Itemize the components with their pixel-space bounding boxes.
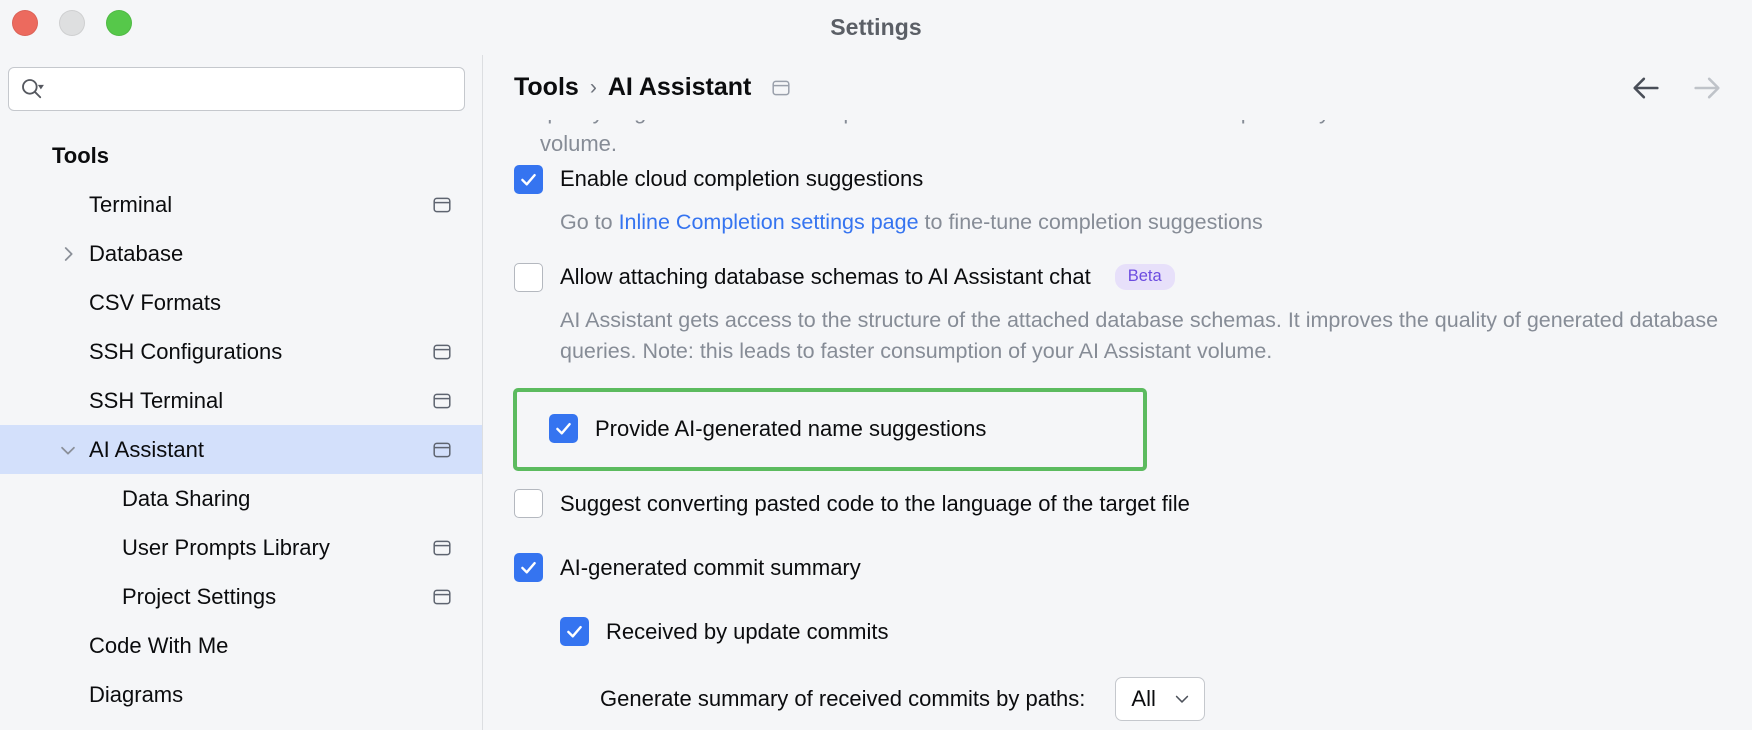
breadcrumb-root[interactable]: Tools — [514, 73, 579, 102]
cloud-completion-description: Go to Inline Completion settings page to… — [560, 207, 1724, 238]
main-header: Tools › AI Assistant — [483, 55, 1752, 120]
sidebar-item-label: Project Settings — [122, 583, 277, 609]
sidebar-item-label: AI Assistant — [89, 436, 204, 462]
panel-badge-icon — [432, 587, 452, 607]
received-commits-row[interactable]: Received by update commits — [560, 613, 1724, 651]
received-commits-checkbox[interactable] — [560, 617, 589, 647]
convert-pasted-code-row[interactable]: Suggest converting pasted code to the la… — [514, 485, 1724, 523]
sidebar-item-ssh-configurations[interactable]: SSH Configurations — [0, 327, 482, 376]
settings-content: quality of generated database queries. N… — [483, 120, 1752, 730]
settings-main: Tools › AI Assistant volume. Enable clou… — [483, 55, 1752, 730]
sidebar-item-ssh-terminal[interactable]: SSH Terminal — [0, 376, 482, 425]
traffic-lights — [12, 10, 132, 36]
window-body: Tools Terminal Database CSV Formats SSH Con… — [0, 55, 1752, 730]
convert-pasted-code-checkbox[interactable] — [514, 489, 543, 519]
sidebar-item-project-settings[interactable]: Project Settings — [0, 572, 482, 621]
clipped-description: quality of generated database queries. N… — [540, 120, 1482, 156]
settings-window: Settings Tools Terminal Database CSV For… — [0, 0, 1752, 730]
settings-tree: Tools Terminal Database CSV Formats SSH Con… — [0, 131, 482, 730]
panel-badge-icon — [432, 440, 452, 460]
chevron-right-icon[interactable] — [57, 243, 79, 265]
sidebar-group-label: Tools — [52, 142, 110, 168]
sidebar-item-database[interactable]: Database — [0, 229, 482, 278]
minimize-button[interactable] — [59, 10, 85, 36]
commit-summary-row[interactable]: AI-generated commit summary — [514, 549, 1724, 587]
summary-paths-value: All — [1131, 685, 1156, 711]
zoom-button[interactable] — [106, 10, 132, 36]
panel-badge-icon — [432, 342, 452, 362]
name-suggestions-row[interactable]: Provide AI-generated name suggestions — [549, 410, 1143, 448]
search-icon — [19, 76, 45, 102]
window-title: Settings — [830, 14, 922, 40]
settings-sidebar: Tools Terminal Database CSV Formats SSH Con… — [0, 55, 483, 730]
name-suggestions-checkbox[interactable] — [549, 414, 578, 444]
summary-paths-label: Generate summary of received commits by … — [600, 685, 1086, 711]
cloud-completion-label: Enable cloud completion suggestions — [560, 166, 924, 191]
clipped-description-row: quality of generated database queries. N… — [514, 120, 1724, 160]
title-bar: Settings — [0, 0, 1752, 55]
cloud-completion-desc-after: to fine-tune completion suggestions — [918, 210, 1263, 234]
cloud-completion-row[interactable]: Enable cloud completion suggestions — [514, 160, 1724, 198]
attach-schemas-row[interactable]: Allow attaching database schemas to AI A… — [514, 258, 1724, 296]
search-area — [0, 55, 482, 111]
summary-paths-select[interactable]: All — [1115, 676, 1206, 721]
commit-summary-checkbox[interactable] — [514, 553, 543, 583]
beta-badge: Beta — [1114, 264, 1175, 291]
nav-arrows — [1629, 71, 1724, 105]
sidebar-item-label: Diagrams — [89, 681, 184, 707]
sidebar-item-csv-formats[interactable]: CSV Formats — [0, 278, 482, 327]
sidebar-item-terminal[interactable]: Terminal — [0, 180, 482, 229]
commit-summary-label: AI-generated commit summary — [560, 554, 861, 580]
summary-paths-row: Generate summary of received commits by … — [600, 676, 1724, 721]
breadcrumb-separator: › — [589, 75, 597, 99]
sidebar-item-diagrams[interactable]: Diagrams — [0, 670, 482, 719]
sidebar-item-label: SSH Configurations — [89, 338, 283, 364]
sidebar-item-label: Database — [89, 240, 184, 266]
sidebar-item-label: Terminal — [89, 191, 173, 217]
sidebar-item-code-with-me[interactable]: Code With Me — [0, 621, 482, 670]
sidebar-item-label: User Prompts Library — [122, 534, 330, 560]
sidebar-item-label: SSH Terminal — [89, 387, 224, 413]
chevron-down-icon[interactable] — [57, 439, 79, 461]
close-button[interactable] — [12, 10, 38, 36]
received-commits-label: Received by update commits — [606, 618, 889, 644]
attach-schemas-checkbox[interactable] — [514, 262, 543, 292]
sidebar-group-tools[interactable]: Tools — [0, 131, 482, 180]
cloud-completion-desc-before: Go to — [560, 210, 619, 234]
search-box[interactable] — [8, 67, 465, 111]
inline-completion-settings-link[interactable]: Inline Completion settings page — [619, 210, 919, 234]
attach-schemas-label: Allow attaching database schemas to AI A… — [560, 264, 1091, 290]
panel-badge-icon — [432, 195, 452, 215]
sidebar-item-data-sharing[interactable]: Data Sharing — [0, 474, 482, 523]
sidebar-item-label: Code With Me — [89, 632, 229, 658]
cloud-completion-checkbox[interactable] — [514, 164, 543, 194]
sidebar-item-user-prompts-library[interactable]: User Prompts Library — [0, 523, 482, 572]
panel-badge-icon — [432, 538, 452, 558]
sidebar-item-label: CSV Formats — [89, 289, 222, 315]
breadcrumb-current: AI Assistant — [607, 73, 752, 101]
search-input[interactable] — [51, 78, 454, 100]
name-suggestions-highlight: Provide AI-generated name suggestions — [513, 387, 1147, 471]
back-arrow-icon[interactable] — [1629, 71, 1663, 105]
name-suggestions-label: Provide AI-generated name suggestions — [595, 415, 987, 441]
forward-arrow-icon[interactable] — [1690, 71, 1724, 105]
convert-pasted-code-label: Suggest converting pasted code to the la… — [560, 490, 1190, 516]
panel-badge-icon — [771, 78, 791, 98]
sidebar-item-ai-assistant[interactable]: AI Assistant — [0, 425, 482, 474]
attach-schemas-description: AI Assistant gets access to the structur… — [560, 308, 1719, 364]
panel-badge-icon — [432, 391, 452, 411]
sidebar-item-label: Data Sharing — [122, 485, 251, 511]
chevron-down-icon — [1172, 689, 1192, 709]
